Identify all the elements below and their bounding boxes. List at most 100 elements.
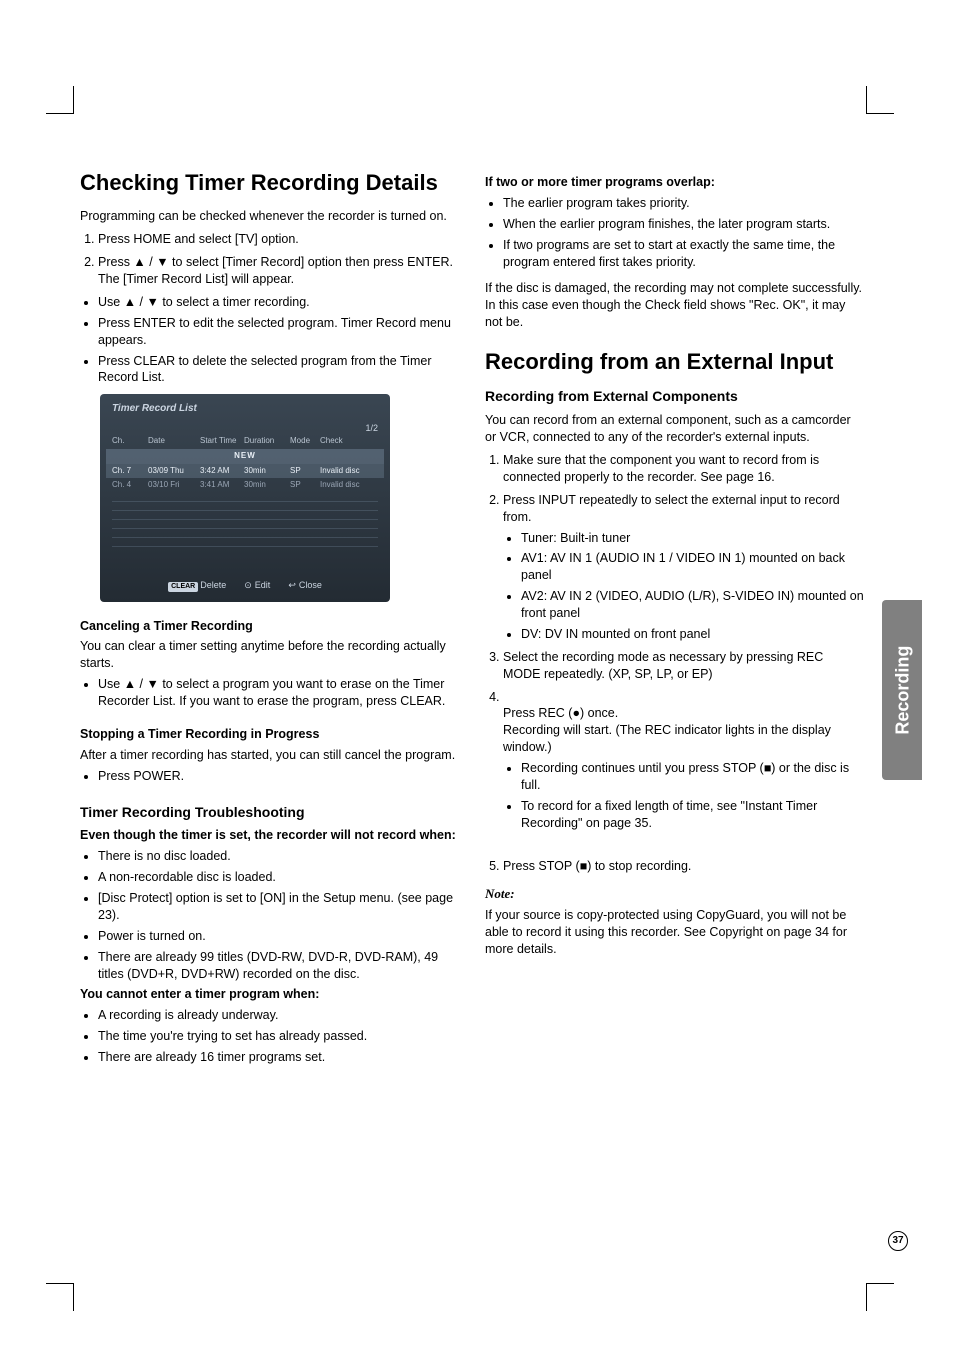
crop-mark <box>46 86 74 114</box>
bullet-item: A recording is already underway. <box>98 1007 459 1024</box>
side-tab-recording: Recording <box>882 600 922 780</box>
bullet-item: Use ▲ / ▼ to select a program you want t… <box>98 676 459 710</box>
bullet-item: A non-recordable disc is loaded. <box>98 869 459 886</box>
bullet-item: The time you're trying to set has alread… <box>98 1028 459 1045</box>
cell: SP <box>290 466 316 477</box>
lead-text: You cannot enter a timer program when: <box>80 986 459 1003</box>
bullet-item: There are already 16 timer programs set. <box>98 1049 459 1066</box>
paragraph: You can clear a timer setting anytime be… <box>80 638 459 672</box>
ui-table-header: Ch. Date Start Time Duration Mode Check <box>106 434 384 449</box>
return-icon: ↩ <box>288 580 296 590</box>
ui-title: Timer Record List <box>106 400 384 422</box>
cell: Ch. 7 <box>112 466 144 477</box>
page-number: 37 <box>888 1231 908 1251</box>
bullet-item: The earlier program takes priority. <box>503 195 864 212</box>
manual-page: Recording Checking Timer Recording Detai… <box>0 0 954 1351</box>
crop-mark <box>866 1283 894 1311</box>
bullet-list: There is no disc loaded. A non-recordabl… <box>80 848 459 982</box>
bullet-list: The earlier program takes priority. When… <box>485 195 864 271</box>
timer-record-list-figure: Timer Record List 1/2 Ch. Date Start Tim… <box>100 394 390 601</box>
bullet-item: Recording continues until you press STOP… <box>521 760 864 794</box>
bullet-item: Use ▲ / ▼ to select a timer recording. <box>98 294 459 311</box>
steps-list: Press HOME and select [TV] option. Press… <box>80 231 459 288</box>
bullet-list: Use ▲ / ▼ to select a timer recording. P… <box>80 294 459 386</box>
paragraph: After a timer recording has started, you… <box>80 747 459 764</box>
crop-mark <box>866 86 894 114</box>
bullet-item: Power is turned on. <box>98 928 459 945</box>
cell: Invalid disc <box>320 480 378 491</box>
paragraph: If the disc is damaged, the recording ma… <box>485 280 864 331</box>
page-number-value: 37 <box>892 1234 903 1248</box>
step-text: Press REC (●) once. Recording will start… <box>503 706 831 754</box>
bullet-list: Press POWER. <box>80 768 459 785</box>
clear-key: CLEAR <box>168 582 198 591</box>
cell: SP <box>290 480 316 491</box>
side-tab-label: Recording <box>890 645 914 734</box>
heading-external-input: Recording from an External Input <box>485 349 864 375</box>
bullet-item: [Disc Protect] option is set to [ON] in … <box>98 890 459 924</box>
cell: 03/09 Thu <box>148 466 196 477</box>
step-item: Press STOP (■) to stop recording. <box>503 858 864 875</box>
step-item: Press ▲ / ▼ to select [Timer Record] opt… <box>98 254 459 288</box>
paragraph: You can record from an external componen… <box>485 412 864 446</box>
bullet-list: Use ▲ / ▼ to select a program you want t… <box>80 676 459 710</box>
content-columns: Checking Timer Recording Details Program… <box>80 170 864 1070</box>
bullet-item: Press CLEAR to delete the selected progr… <box>98 353 459 387</box>
bullet-item: To record for a fixed length of time, se… <box>521 798 864 832</box>
step-item: Select the recording mode as necessary b… <box>503 649 864 683</box>
heading-checking-timer: Checking Timer Recording Details <box>80 170 459 196</box>
heading-stopping: Stopping a Timer Recording in Progress <box>80 726 459 743</box>
col-start: Start Time <box>200 436 240 447</box>
step-item: Press REC (●) once. Recording will start… <box>503 689 864 853</box>
step-item: Make sure that the component you want to… <box>503 452 864 486</box>
footer-delete: CLEARDelete <box>168 579 226 591</box>
cell: 30min <box>244 480 286 491</box>
ui-footer: CLEARDelete ⊙Edit ↩Close <box>106 573 384 591</box>
bullet-item: Press ENTER to edit the selected program… <box>98 315 459 349</box>
footer-close: ↩Close <box>288 579 322 591</box>
cell: Ch. 4 <box>112 480 144 491</box>
left-column: Checking Timer Recording Details Program… <box>80 170 459 1070</box>
footer-edit: ⊙Edit <box>244 579 270 591</box>
note-text: If your source is copy-protected using C… <box>485 907 864 958</box>
cell: 03/10 Fri <box>148 480 196 491</box>
bullet-item: There are already 99 titles (DVD-RW, DVD… <box>98 949 459 983</box>
bullet-item: If two programs are set to start at exac… <box>503 237 864 271</box>
bullet-item: DV: DV IN mounted on front panel <box>521 626 864 643</box>
col-mode: Mode <box>290 436 316 447</box>
bullet-item: When the earlier program finishes, the l… <box>503 216 864 233</box>
lead-text: Even though the timer is set, the record… <box>80 827 459 844</box>
col-check: Check <box>320 436 378 447</box>
bullet-item: Press POWER. <box>98 768 459 785</box>
heading-overlap: If two or more timer programs overlap: <box>485 174 864 191</box>
ui-blank-rows <box>106 501 384 573</box>
bullet-list: Tuner: Built-in tuner AV1: AV IN 1 (AUDI… <box>503 530 864 643</box>
paragraph: Programming can be checked whenever the … <box>80 208 459 225</box>
step-item: Press INPUT repeatedly to select the ext… <box>503 492 864 643</box>
crop-mark <box>46 1283 74 1311</box>
table-row: Ch. 4 03/10 Fri 3:41 AM 30min SP Invalid… <box>106 478 384 493</box>
cell: Invalid disc <box>320 466 378 477</box>
bullet-list: A recording is already underway. The tim… <box>80 1007 459 1066</box>
heading-external-components: Recording from External Components <box>485 387 864 406</box>
heading-canceling: Canceling a Timer Recording <box>80 618 459 635</box>
note-label: Note: <box>485 885 864 903</box>
cell: 30min <box>244 466 286 477</box>
bullet-list: Recording continues until you press STOP… <box>503 760 864 832</box>
bullet-item: AV1: AV IN 1 (AUDIO IN 1 / VIDEO IN 1) m… <box>521 550 864 584</box>
step-item: Press HOME and select [TV] option. <box>98 231 459 248</box>
cell: 3:41 AM <box>200 480 240 491</box>
ui-pager: 1/2 <box>106 422 384 434</box>
col-ch: Ch. <box>112 436 144 447</box>
bullet-item: Tuner: Built-in tuner <box>521 530 864 547</box>
cell: 3:42 AM <box>200 466 240 477</box>
col-date: Date <box>148 436 196 447</box>
enter-icon: ⊙ <box>244 580 252 590</box>
heading-troubleshooting: Timer Recording Troubleshooting <box>80 803 459 822</box>
ui-new-row: NEW <box>106 449 384 464</box>
bullet-item: AV2: AV IN 2 (VIDEO, AUDIO (L/R), S-VIDE… <box>521 588 864 622</box>
bullet-item: There is no disc loaded. <box>98 848 459 865</box>
new-row-label: NEW <box>106 451 384 462</box>
col-dur: Duration <box>244 436 286 447</box>
right-column: If two or more timer programs overlap: T… <box>485 170 864 1070</box>
